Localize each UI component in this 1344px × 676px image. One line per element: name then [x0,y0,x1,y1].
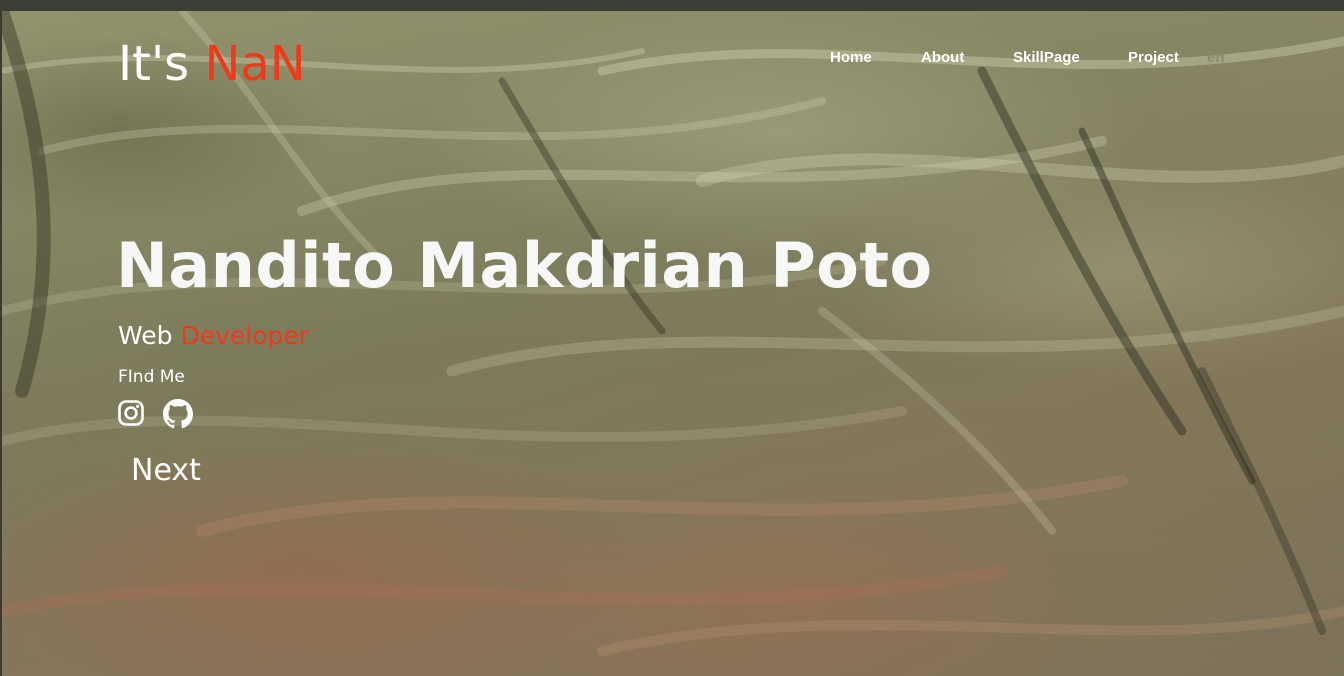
nav-link-about[interactable]: About [921,48,964,68]
nav-link-project[interactable]: Project [1128,48,1179,68]
nav-link-skillpage[interactable]: SkillPage [1013,48,1080,68]
role-prefix: Web [118,321,181,350]
language-selector[interactable]: en [1207,48,1225,68]
hero-role: Web Developer [118,320,309,352]
nav-link-home[interactable]: Home [830,48,872,68]
hero-name: Nandito Makdrian Poto [116,229,933,302]
github-icon[interactable] [163,399,193,429]
main-nav: Home About SkillPage Project en [0,48,1344,68]
role-accent: Developer [180,321,310,350]
next-button[interactable]: Next [131,452,201,490]
instagram-icon[interactable] [117,399,147,429]
window-top-strip [0,0,1344,11]
find-me-label: FInd Me [118,367,185,387]
